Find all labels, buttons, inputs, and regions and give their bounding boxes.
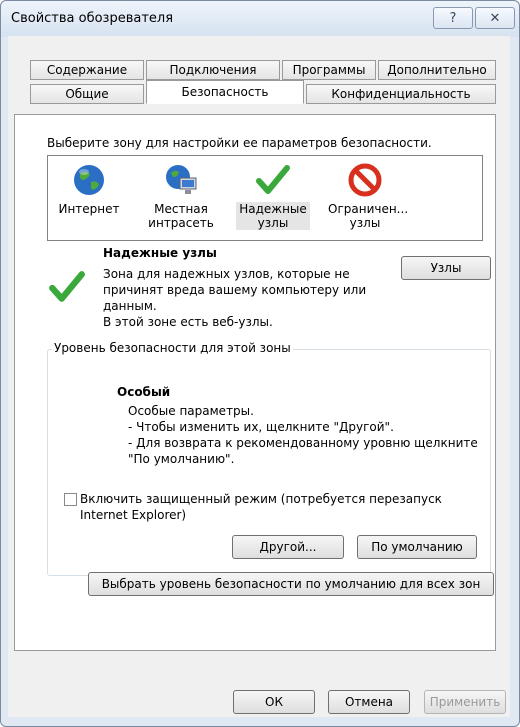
zone-internet[interactable]: Интернет	[52, 162, 126, 216]
tab-content[interactable]: Содержание	[30, 60, 144, 80]
reset-all-zones-button[interactable]: Выбрать уровень безопасности по умолчани…	[88, 572, 494, 596]
apply-button[interactable]: Применить	[424, 690, 506, 714]
tab-general[interactable]: Общие	[30, 84, 144, 104]
tab-connections[interactable]: Подключения	[146, 60, 280, 80]
sites-button[interactable]: Узлы	[401, 256, 491, 280]
zone-local-intranet-label-2: интрасеть	[148, 216, 214, 230]
window-title: Свойства обозревателя	[11, 11, 174, 26]
zone-trusted-label-2: узлы	[236, 216, 310, 230]
globe-icon	[71, 162, 107, 198]
zone-prompt: Выберите зону для настройки ее параметро…	[47, 136, 432, 150]
protected-mode-label: Включить защищенный режим (потребуется п…	[80, 492, 442, 522]
custom-level-button[interactable]: Другой...	[232, 535, 344, 559]
ok-button[interactable]: ОК	[233, 690, 315, 714]
zone-local-intranet-label-1: Местная	[154, 202, 208, 216]
tab-security[interactable]: Безопасность	[146, 80, 304, 104]
zone-list[interactable]: Интернет Местная интрасеть Надежные узлы	[47, 155, 483, 241]
security-level-group-label: Уровень безопасности для этой зоны	[52, 341, 293, 355]
zone-restricted-label-2: узлы	[349, 216, 381, 230]
tab-privacy[interactable]: Конфиденциальность	[306, 84, 496, 104]
zone-title: Надежные узлы	[103, 246, 217, 260]
tab-programs[interactable]: Программы	[282, 60, 376, 80]
protected-mode-checkbox[interactable]	[64, 493, 77, 506]
checkmark-icon	[255, 162, 291, 198]
zone-local-intranet[interactable]: Местная интрасеть	[144, 162, 218, 230]
close-icon: ✕	[489, 10, 501, 26]
help-icon: ?	[449, 10, 457, 26]
restricted-icon	[347, 162, 383, 198]
security-level-name: Особый	[117, 385, 171, 399]
zone-restricted-sites[interactable]: Ограничен... узлы	[328, 162, 409, 230]
zone-description: Зона для надежных узлов, которые не прич…	[103, 267, 367, 329]
close-button[interactable]: ✕	[475, 7, 515, 29]
intranet-icon	[163, 162, 199, 198]
cancel-button[interactable]: Отмена	[328, 690, 410, 714]
title-bar: Свойства обозревателя ? ✕	[1, 1, 519, 37]
zone-internet-label: Интернет	[58, 202, 120, 216]
zone-checkmark-icon	[48, 268, 86, 309]
zone-trusted-sites[interactable]: Надежные узлы	[236, 162, 310, 230]
security-level-description: Особые параметры. - Чтобы изменить их, щ…	[128, 404, 478, 466]
zone-trusted-label-1: Надежные	[236, 202, 310, 216]
tab-advanced[interactable]: Дополнительно	[378, 60, 496, 80]
default-level-button[interactable]: По умолчанию	[357, 535, 477, 559]
zone-restricted-label-1: Ограничен...	[328, 202, 409, 216]
help-button[interactable]: ?	[433, 7, 473, 29]
